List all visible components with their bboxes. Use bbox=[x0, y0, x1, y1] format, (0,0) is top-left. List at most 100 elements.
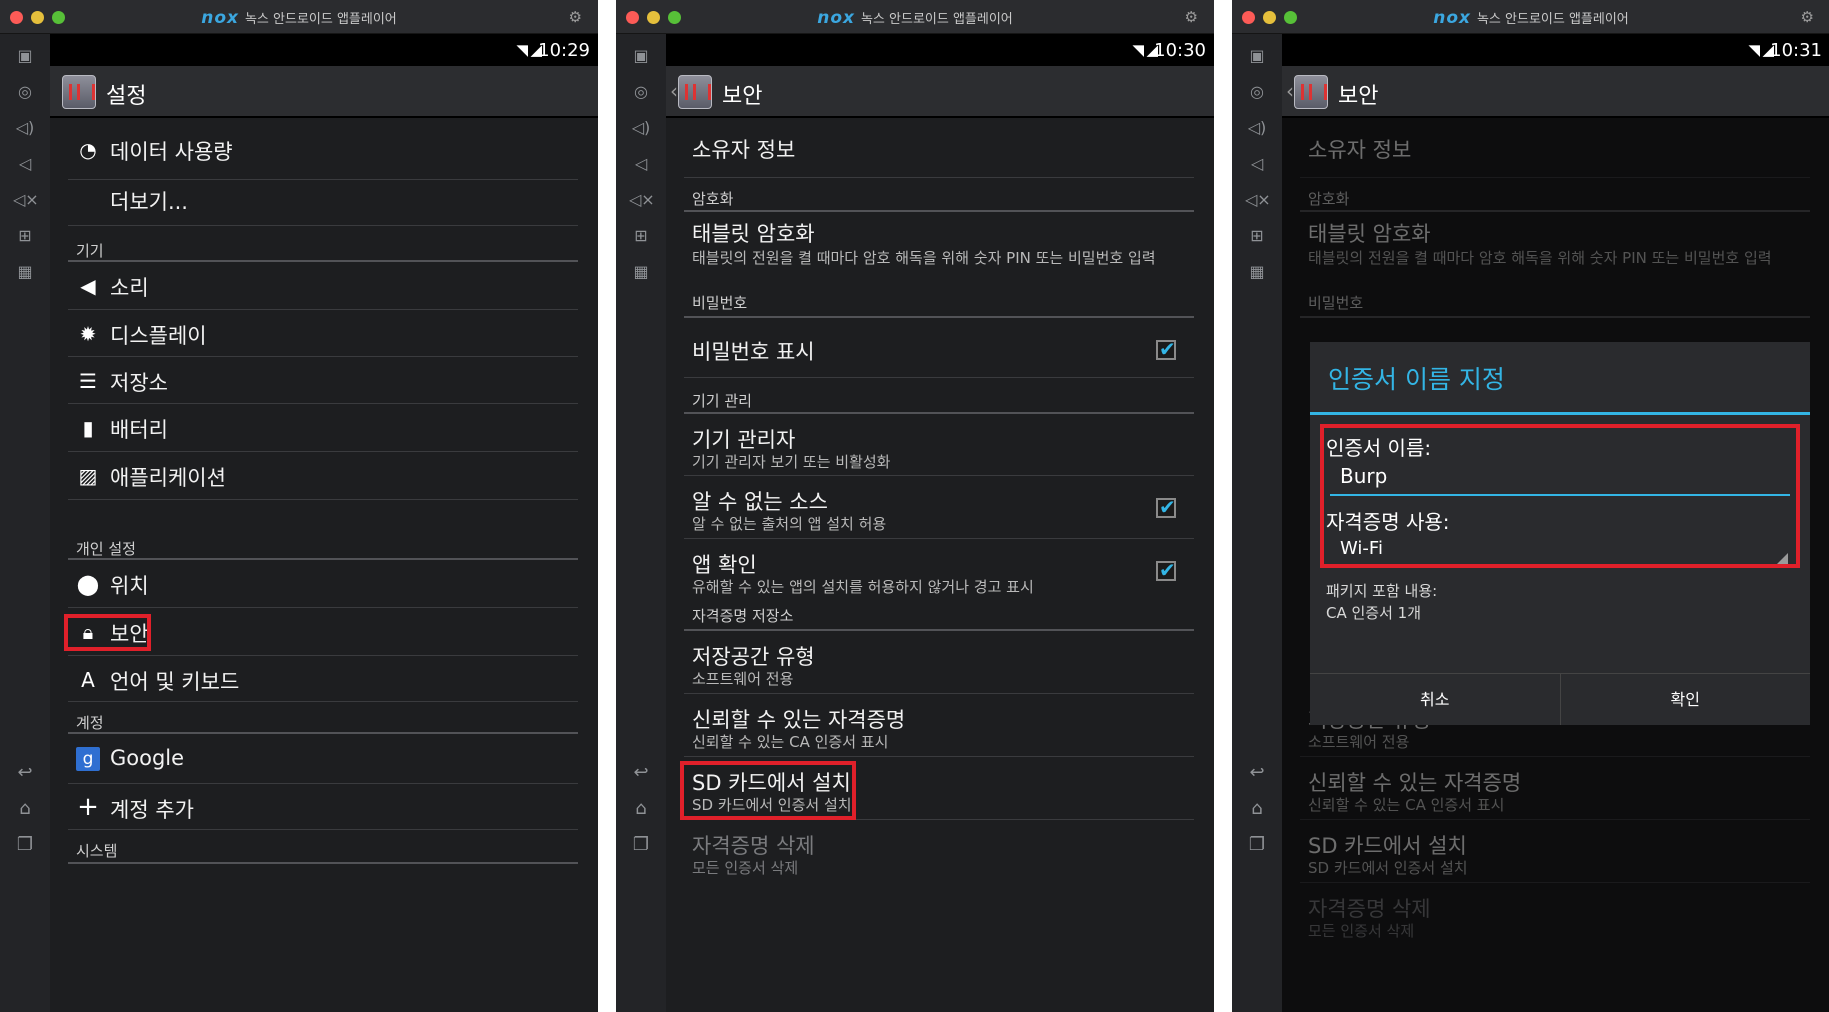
highlight-box bbox=[1320, 424, 1800, 568]
action-bar: ‹ 보안 bbox=[1282, 66, 1829, 118]
verify-apps-checkbox[interactable] bbox=[1156, 558, 1176, 582]
nox-logo: nox bbox=[1433, 8, 1471, 28]
window-titlebar: nox 녹스 안드로이드 앱플레이어 ⚙ bbox=[616, 0, 1214, 34]
gear-icon[interactable]: ⚙ bbox=[569, 8, 582, 26]
apk-icon[interactable]: ⊞ bbox=[629, 224, 653, 248]
package-contents-value: CA 인증서 1개 bbox=[1326, 604, 1422, 622]
volume-down-icon[interactable]: ◁ bbox=[1245, 152, 1269, 176]
screenshot-icon[interactable]: ▦ bbox=[13, 260, 37, 284]
item-title: 앱 확인 bbox=[692, 553, 757, 577]
section-header-system: 시스템 bbox=[68, 830, 578, 864]
mute-icon[interactable]: ◁× bbox=[1245, 188, 1271, 212]
section-header-accounts: 계정 bbox=[68, 702, 578, 734]
settings-item-language[interactable]: A 언어 및 키보드 bbox=[68, 656, 578, 702]
window-titlebar: nox 녹스 안드로이드 앱플레이어 ⚙ bbox=[0, 0, 598, 34]
settings-app-icon[interactable] bbox=[1294, 75, 1328, 109]
mute-icon[interactable]: ◁× bbox=[629, 188, 655, 212]
section-header-device-admin: 기기 관리 bbox=[684, 378, 1194, 414]
owner-info-item[interactable]: 소유자 정보 bbox=[684, 120, 1194, 178]
volume-up-icon[interactable]: ◁) bbox=[13, 116, 37, 140]
status-bar: ◥ ◢ 10:29 bbox=[50, 34, 598, 66]
settings-app-icon[interactable] bbox=[678, 75, 712, 109]
settings-item-label: 위치 bbox=[110, 574, 149, 598]
screenshot-icon[interactable]: ▦ bbox=[629, 260, 653, 284]
gear-icon[interactable]: ⚙ bbox=[1801, 8, 1814, 26]
location-icon: ⬤ bbox=[76, 572, 100, 596]
gear-icon[interactable]: ⚙ bbox=[1185, 8, 1198, 26]
settings-item-display[interactable]: ✹ 디스플레이 bbox=[68, 310, 578, 357]
action-bar: 설정 bbox=[50, 66, 598, 118]
item-subtitle: 알 수 없는 출처의 앱 설치 허용 bbox=[692, 515, 887, 533]
settings-item-storage[interactable]: ☰ 저장소 bbox=[68, 357, 578, 404]
settings-app-icon bbox=[62, 75, 96, 109]
robot-icon[interactable]: ▣ bbox=[1245, 44, 1269, 68]
item-title: 기기 관리자 bbox=[692, 428, 796, 452]
settings-item-sound[interactable]: ◀ 소리 bbox=[68, 262, 578, 310]
unknown-sources-item[interactable]: 알 수 없는 소스 알 수 없는 출처의 앱 설치 허용 bbox=[684, 476, 1194, 539]
home-icon[interactable]: ⌂ bbox=[13, 798, 37, 822]
recent-apps-icon[interactable]: ❐ bbox=[1245, 834, 1269, 858]
tablet-encrypt-item[interactable]: 태블릿 암호화 태블릿의 전원을 켤 때마다 암호 해독을 위해 숫자 PIN … bbox=[684, 212, 1194, 292]
item-title: 신뢰할 수 있는 자격증명 bbox=[692, 708, 906, 732]
volume-down-icon[interactable]: ◁ bbox=[13, 152, 37, 176]
android-screen: ◥ ◢ 10:31 ‹ 보안 소유자 정보 암호화 태블릿 암호화 태블릿의 전… bbox=[1282, 34, 1829, 1012]
show-password-checkbox[interactable] bbox=[1156, 337, 1176, 361]
display-icon: ✹ bbox=[79, 322, 97, 346]
package-contents-label: 패키지 포함 내용: bbox=[1326, 582, 1438, 600]
apk-icon[interactable]: ⊞ bbox=[1245, 224, 1269, 248]
back-icon[interactable]: ↩ bbox=[1245, 762, 1269, 786]
item-title: 알 수 없는 소스 bbox=[692, 490, 828, 514]
device-admin-item[interactable]: 기기 관리자 기기 관리자 보기 또는 비활성화 bbox=[684, 414, 1194, 476]
item-subtitle: 소프트웨어 전용 bbox=[692, 670, 794, 688]
home-icon[interactable]: ⌂ bbox=[1245, 798, 1269, 822]
robot-icon[interactable]: ▣ bbox=[629, 44, 653, 68]
settings-item-add-account[interactable]: + 계정 추가 bbox=[68, 784, 578, 830]
emulator-sidebar: ▣ ◎ ◁) ◁ ◁× ⊞ ▦ ↩ ⌂ ❐ bbox=[616, 34, 666, 1012]
volume-up-icon[interactable]: ◁) bbox=[1245, 116, 1269, 140]
home-icon[interactable]: ⌂ bbox=[629, 798, 653, 822]
dialog-buttons: 취소 확인 bbox=[1310, 673, 1810, 725]
unknown-sources-checkbox[interactable] bbox=[1156, 495, 1176, 519]
nox-logo: nox bbox=[817, 8, 855, 28]
recent-apps-icon[interactable]: ❐ bbox=[629, 834, 653, 858]
section-header-encryption: 암호화 bbox=[684, 178, 1194, 212]
settings-item-more[interactable]: 더보기... bbox=[68, 180, 578, 226]
trusted-credentials-item[interactable]: 신뢰할 수 있는 자격증명 신뢰할 수 있는 CA 인증서 표시 bbox=[684, 694, 1194, 757]
wifi-icon: ◥ bbox=[516, 41, 528, 59]
back-icon[interactable]: ↩ bbox=[629, 762, 653, 786]
recent-apps-icon[interactable]: ❐ bbox=[13, 834, 37, 858]
settings-item-label: 계정 추가 bbox=[110, 798, 194, 822]
status-bar: ◥ ◢ 10:30 bbox=[666, 34, 1214, 66]
location-icon[interactable]: ◎ bbox=[629, 80, 653, 104]
verify-apps-item[interactable]: 앱 확인 유해할 수 있는 앱의 설치를 허용하지 않거나 경고 표시 bbox=[684, 539, 1194, 597]
volume-down-icon[interactable]: ◁ bbox=[629, 152, 653, 176]
page-title: 설정 bbox=[106, 84, 147, 109]
status-time: 10:29 bbox=[538, 40, 590, 61]
emulator-sidebar: ▣ ◎ ◁) ◁ ◁× ⊞ ▦ ↩ ⌂ ❐ bbox=[0, 34, 50, 1012]
location-icon[interactable]: ◎ bbox=[1245, 80, 1269, 104]
back-caret-icon[interactable]: ‹ bbox=[1286, 79, 1294, 103]
volume-up-icon[interactable]: ◁) bbox=[629, 116, 653, 140]
window-titlebar: nox 녹스 안드로이드 앱플레이어 ⚙ bbox=[1232, 0, 1829, 34]
settings-item-label: 배터리 bbox=[110, 418, 168, 442]
screenshot-icon[interactable]: ▦ bbox=[1245, 260, 1269, 284]
section-header-credential-storage: 자격증명 저장소 bbox=[684, 597, 1194, 631]
settings-item-apps[interactable]: ▨ 애플리케이션 bbox=[68, 452, 578, 500]
settings-item-battery[interactable]: ▮ 배터리 bbox=[68, 404, 578, 452]
settings-item-data-usage[interactable]: ◔ 데이터 사용량 bbox=[68, 120, 578, 180]
dialog-title: 인증서 이름 지정 bbox=[1328, 365, 1505, 394]
robot-icon[interactable]: ▣ bbox=[13, 44, 37, 68]
settings-item-location[interactable]: ⬤ 위치 bbox=[68, 560, 578, 608]
back-icon[interactable]: ↩ bbox=[13, 762, 37, 786]
window-title: nox 녹스 안드로이드 앱플레이어 bbox=[0, 8, 598, 28]
mute-icon[interactable]: ◁× bbox=[13, 188, 39, 212]
ok-button[interactable]: 확인 bbox=[1559, 674, 1811, 725]
item-subtitle: 신뢰할 수 있는 CA 인증서 표시 bbox=[692, 733, 889, 751]
location-icon[interactable]: ◎ bbox=[13, 80, 37, 104]
show-password-item[interactable]: 비밀번호 표시 bbox=[684, 318, 1194, 378]
item-title: 자격증명 삭제 bbox=[692, 834, 815, 858]
apk-icon[interactable]: ⊞ bbox=[13, 224, 37, 248]
back-caret-icon[interactable]: ‹ bbox=[670, 79, 678, 103]
settings-item-google[interactable]: g Google bbox=[68, 734, 578, 784]
cancel-button[interactable]: 취소 bbox=[1310, 674, 1560, 725]
